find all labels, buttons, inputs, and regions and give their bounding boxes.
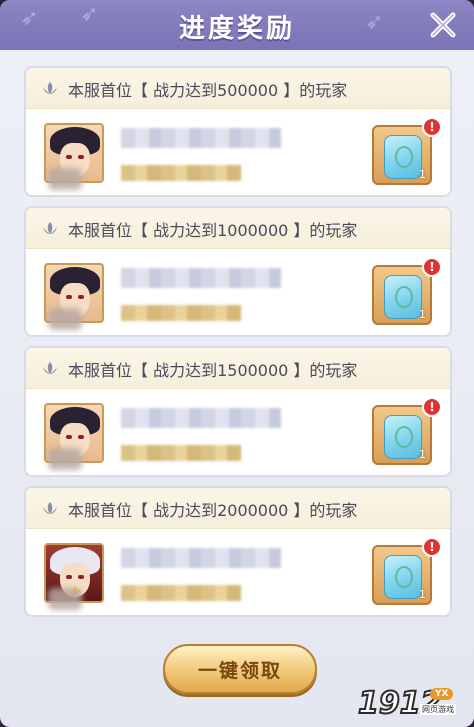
reward-card: 本服首位【 战力达到1000000 】的玩家 1 ! bbox=[24, 206, 452, 337]
requirement-text: 本服首位【 战力达到1500000 】的玩家 bbox=[68, 361, 358, 380]
reward-count: 1 bbox=[419, 168, 426, 181]
reward-panel: ➶ ➶ ➶ 进度奖励 本服首位【 战力达到500000 】的玩家 1 ! 本服首… bbox=[0, 0, 474, 727]
reward-card: 本服首位【 战力达到1500000 】的玩家 1 ! bbox=[24, 346, 452, 477]
reward-count: 1 bbox=[419, 448, 426, 461]
requirement-text: 本服首位【 战力达到2000000 】的玩家 bbox=[68, 501, 358, 520]
claim-all-button[interactable]: 一键领取 bbox=[163, 644, 317, 694]
reward-item[interactable]: 1 bbox=[372, 545, 432, 605]
jade-gem-icon bbox=[384, 275, 422, 319]
page-title: 进度奖励 bbox=[178, 14, 295, 44]
blurred-mask bbox=[48, 588, 82, 610]
player-name-blurred bbox=[121, 128, 281, 148]
reward-card: 本服首位【 战力达到500000 】的玩家 1 ! bbox=[24, 66, 452, 197]
site-watermark: 1912 YX 网页游戏 bbox=[357, 685, 468, 724]
watermark-subtitle: 网页游戏 bbox=[420, 704, 456, 715]
requirement-text: 本服首位【 战力达到1000000 】的玩家 bbox=[68, 221, 358, 240]
reward-item[interactable]: 1 bbox=[372, 125, 432, 185]
jade-gem-icon bbox=[384, 555, 422, 599]
reward-list: 本服首位【 战力达到500000 】的玩家 1 ! 本服首位【 战力达到1000… bbox=[24, 66, 452, 626]
requirement-text: 本服首位【 战力达到500000 】的玩家 bbox=[68, 81, 348, 100]
card-header: 本服首位【 战力达到500000 】的玩家 bbox=[26, 68, 450, 109]
reward-item[interactable]: 1 bbox=[372, 405, 432, 465]
lotus-icon bbox=[43, 362, 57, 374]
card-header: 本服首位【 战力达到1000000 】的玩家 bbox=[26, 208, 450, 249]
lotus-icon bbox=[43, 82, 57, 94]
panel-header: ➶ ➶ ➶ 进度奖励 bbox=[0, 0, 474, 50]
close-icon bbox=[430, 12, 456, 38]
player-server-blurred bbox=[121, 445, 241, 461]
jade-gem-icon bbox=[384, 415, 422, 459]
blurred-mask bbox=[48, 168, 82, 190]
player-server-blurred bbox=[121, 165, 241, 181]
alert-badge: ! bbox=[422, 257, 442, 277]
jade-gem-icon bbox=[384, 135, 422, 179]
watermark-tag: YX bbox=[430, 688, 454, 700]
alert-badge: ! bbox=[422, 397, 442, 417]
close-button[interactable] bbox=[426, 8, 460, 42]
card-header: 本服首位【 战力达到2000000 】的玩家 bbox=[26, 488, 450, 529]
alert-badge: ! bbox=[422, 537, 442, 557]
blurred-mask bbox=[48, 308, 82, 330]
blurred-mask bbox=[48, 448, 82, 470]
card-header: 本服首位【 战力达到1500000 】的玩家 bbox=[26, 348, 450, 389]
alert-badge: ! bbox=[422, 117, 442, 137]
player-name-blurred bbox=[121, 408, 281, 428]
reward-card: 本服首位【 战力达到2000000 】的玩家 ★ 1 ! bbox=[24, 486, 452, 617]
reward-count: 1 bbox=[419, 308, 426, 321]
reward-count: 1 bbox=[419, 588, 426, 601]
reward-item[interactable]: 1 bbox=[372, 265, 432, 325]
player-name-blurred bbox=[121, 548, 281, 568]
lotus-icon bbox=[43, 502, 57, 514]
player-server-blurred bbox=[121, 585, 241, 601]
player-server-blurred bbox=[121, 305, 241, 321]
claim-all-label: 一键领取 bbox=[197, 659, 282, 682]
lotus-icon bbox=[43, 222, 57, 234]
player-name-blurred bbox=[121, 268, 281, 288]
